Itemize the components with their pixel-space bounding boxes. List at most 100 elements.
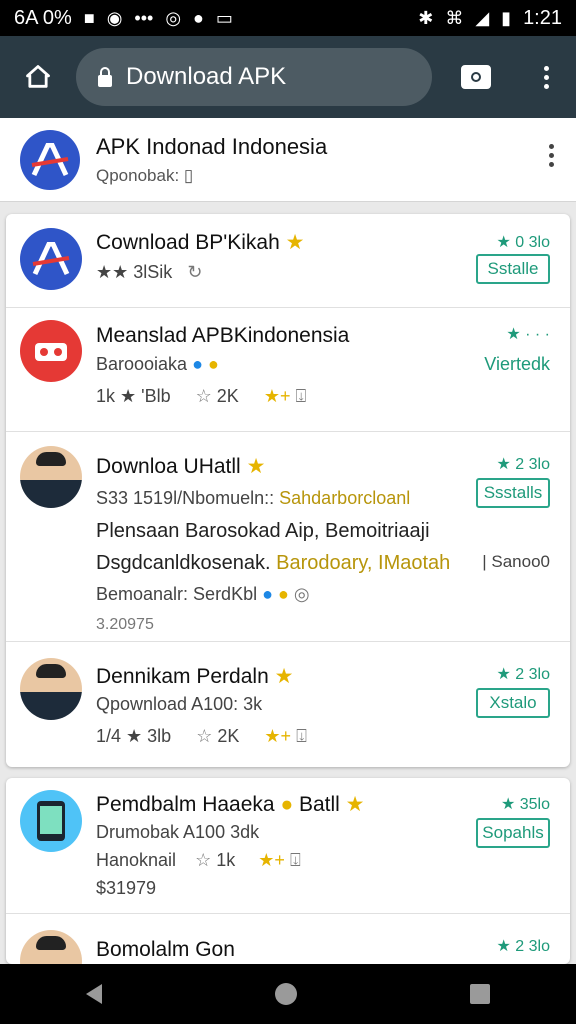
status-text: 6A 0% — [14, 6, 72, 29]
app-icon: ● — [193, 8, 204, 28]
line-1a: S33 1519l/Nbomueln:: — [96, 488, 275, 508]
clock-time: 1:21 — [523, 6, 562, 29]
emoji-icon: ● — [278, 584, 289, 604]
home-button[interactable] — [0, 36, 76, 118]
list-item[interactable]: Cownload BP'Kikah ★ ★★ 3lSik ↻ ★ 0 3lo S… — [6, 214, 570, 308]
list-item[interactable]: Meanslad APBKindonensia Baroooiaka ● ● 1… — [6, 308, 570, 432]
wifi-icon: ◉ — [106, 8, 123, 28]
list-item[interactable]: Downloa UHatll ★ S33 1519l/Nbomueln:: Sa… — [6, 432, 570, 642]
app-name: Meanslad APBKindonensia — [96, 324, 350, 347]
app-line-3: Dsgdcanldkosenak. Barodoary, IMaotah — [96, 552, 450, 575]
person-photo — [20, 446, 82, 508]
avatar — [20, 446, 82, 508]
site-logo[interactable] — [20, 129, 80, 190]
share-icon: ↻ — [187, 262, 203, 282]
list-item[interactable]: Dennikam Perdaln ★ Qpownload A100: 3k 1/… — [6, 642, 570, 767]
star-outline-icon: ☆ — [195, 850, 212, 870]
rating: ★ · · · — [506, 326, 550, 343]
app-name: Cownload BP'Kikah ★ — [96, 230, 304, 255]
star-outline-icon: ☆ — [196, 726, 213, 746]
card-icon: ▭ — [215, 8, 233, 28]
app-icon — [20, 320, 82, 382]
app-meta: Qpownload A100: 3k — [96, 694, 263, 714]
line-3a: Dsgdcanldkosenak. — [96, 552, 271, 574]
site-menu-button[interactable] — [549, 144, 554, 167]
app-line-5: 3.20975 — [96, 616, 154, 633]
site-menu-icon — [549, 144, 554, 167]
clipboard-icon: ▯ — [183, 165, 194, 185]
emoji-icon: ● — [280, 793, 294, 816]
app-stats-b: 2K — [217, 726, 240, 746]
star-plus-icon: ★+ — [264, 726, 292, 746]
emoji-icon: ● — [207, 354, 219, 374]
list-item[interactable]: Pemdbalm Haaeka ● Batll ★ Drumobak A100 … — [6, 778, 570, 914]
app-name-text: Downloa UHatll — [96, 455, 241, 478]
site-subtitle: Qponobak: ▯ — [96, 166, 327, 186]
signal-icon: ◢ — [475, 8, 490, 28]
back-icon[interactable] — [86, 984, 103, 1004]
emoji-icon: ★ — [285, 231, 305, 254]
apk-logo-icon — [32, 242, 70, 276]
url-bar[interactable]: Download APK — [76, 48, 432, 106]
app-stats-b: 1k — [216, 850, 236, 870]
side-label: | Sanoo0 — [482, 552, 550, 571]
app-price: $31979 — [96, 878, 157, 898]
install-button[interactable]: Sopahls — [476, 818, 550, 848]
app-meta: Drumobak A100 3dk — [96, 822, 260, 842]
home-icon — [26, 65, 50, 88]
phone-icon — [37, 801, 65, 841]
app-line-1: S33 1519l/Nbomueln:: Sahdarborcloanl — [96, 488, 410, 509]
status-right: ✱ ⌘ ◢ ▮ 1:21 — [418, 7, 562, 30]
clock-icon: ◎ — [165, 8, 182, 28]
app-line-2: Plensaan Barosokad Aip, Bemoitriaaji — [96, 520, 430, 542]
browser-menu-button[interactable] — [516, 36, 576, 118]
site-texts: APK Indonad Indonesia Qponobak: ▯ — [96, 134, 327, 186]
person-photo — [20, 658, 82, 720]
list-item[interactable]: Bomolalm Gon ★ 2 3lo — [6, 914, 570, 964]
tab-switcher-button[interactable] — [436, 36, 516, 118]
download-icon: ⍗ — [295, 386, 307, 406]
download-icon: ⍗ — [289, 850, 301, 870]
view-link[interactable]: Viertedk — [484, 354, 550, 375]
radio-icon — [35, 343, 67, 361]
install-button[interactable]: Xstalo — [476, 688, 550, 718]
lock-icon — [98, 67, 112, 87]
star-outline-icon: ☆ — [195, 386, 212, 406]
app-stats: 1/4 ★ 3lb ☆ 2K ★+ ⍗ — [96, 726, 307, 747]
avatar — [20, 658, 82, 720]
line-3b: Barodoary, IMaotah — [276, 552, 451, 574]
status-left: 6A 0% ■ ◉ ••• ◎ ● ▭ — [14, 7, 233, 30]
rating: ★ 2 3lo — [496, 666, 550, 683]
emoji-icon: ★ — [345, 793, 365, 816]
toolbar-right — [436, 36, 576, 118]
browser-toolbar: Download APK — [0, 36, 576, 118]
app-name-text: Pemdbalm Haaeka — [96, 793, 275, 816]
n-icon: ■ — [83, 8, 95, 28]
battery-icon: ▮ — [501, 8, 512, 28]
rating: ★ 2 3lo — [496, 938, 550, 955]
person-photo — [20, 930, 82, 964]
download-icon: ⍗ — [296, 726, 307, 746]
app-developer-text: Baroooiaka — [96, 354, 188, 374]
install-button[interactable]: Ssstalls — [476, 478, 550, 508]
avatar — [20, 930, 82, 964]
url-text: Download APK — [126, 63, 287, 90]
star-plus-icon: ★+ — [258, 850, 285, 870]
star-plus-icon: ★+ — [263, 386, 291, 406]
app-name: Downloa UHatll ★ — [96, 454, 265, 479]
home-circle-icon[interactable] — [274, 983, 297, 1005]
app-developer: Baroooiaka ● ● — [96, 354, 219, 375]
app-name: Bomolalm Gon — [96, 938, 235, 961]
app-meta-text: ★★ 3lSik — [96, 262, 173, 282]
line-4: Bemoanalr: SerdKbl — [96, 584, 258, 604]
app-name: Dennikam Perdaln ★ — [96, 664, 293, 689]
recents-icon[interactable] — [469, 984, 490, 1004]
install-button[interactable]: Sstalle — [476, 254, 550, 284]
more-icon: ••• — [134, 8, 154, 28]
app-stats: Hanoknail ☆ 1k ★+ ⍗ — [96, 850, 301, 871]
overflow-menu-icon — [543, 65, 549, 89]
apk-logo-icon — [31, 142, 69, 176]
site-subtitle-text: Qponobak: — [96, 165, 184, 185]
emoji-icon: ★ — [246, 455, 266, 478]
line-1b: Sahdarborcloanl — [279, 488, 411, 508]
